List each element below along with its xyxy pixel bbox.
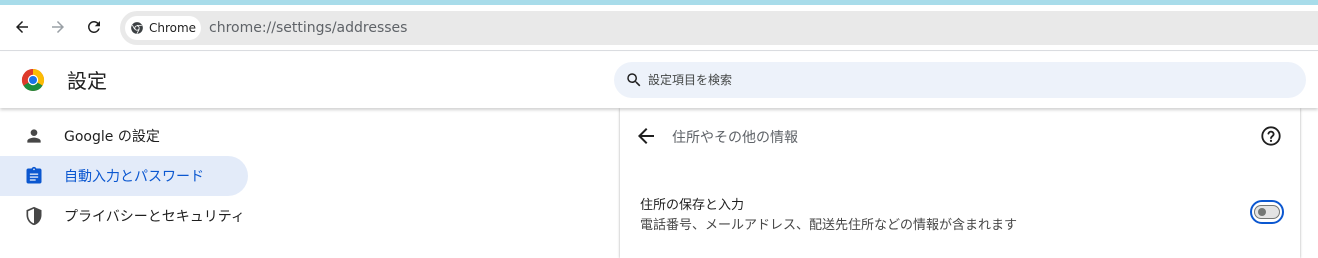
reload-button[interactable] [80, 13, 108, 41]
save-addresses-toggle[interactable] [1250, 200, 1284, 224]
back-arrow-icon[interactable] [634, 124, 658, 148]
chrome-icon [131, 22, 143, 34]
setting-title: 住所の保存と入力 [640, 198, 745, 213]
chrome-logo-icon [21, 69, 45, 92]
toggle-track [1254, 205, 1280, 219]
clipboard-icon [26, 166, 42, 184]
browser-toolbar: Chrome chrome://settings/addresses [0, 5, 1318, 51]
toggle-knob [1258, 208, 1266, 216]
site-info-chip[interactable]: Chrome [125, 16, 201, 40]
sidebar-item-label: プライバシーとセキュリティ [64, 209, 245, 225]
setting-description: 電話番号、メールアドレス、配送先住所などの情報が含まれます [640, 218, 1018, 233]
settings-search[interactable] [614, 62, 1306, 98]
sidebar-item-autofill[interactable]: 自動入力とパスワード [0, 156, 248, 196]
sidebar-item-google-settings[interactable]: Google の設定 [0, 116, 248, 156]
forward-nav-button[interactable] [44, 13, 72, 41]
addresses-settings-card: 住所やその他の情報 住所の保存と入力 電話番号、メールアドレス、配送先住所などの… [620, 108, 1300, 258]
url-text[interactable]: chrome://settings/addresses [209, 11, 407, 45]
arrow-left-icon [16, 21, 28, 33]
arrow-right-icon [52, 21, 64, 33]
person-icon [27, 129, 41, 143]
search-input[interactable] [648, 62, 1288, 98]
sidebar-item-label: Google の設定 [64, 129, 160, 145]
sidebar-item-privacy[interactable]: プライバシーとセキュリティ [0, 196, 248, 236]
page-title: 設定 [67, 69, 107, 93]
sidebar-item-label: 自動入力とパスワード [64, 169, 204, 185]
sidebar-nav: Google の設定 自動入力とパスワード プライバシーとセキュリティ [0, 108, 260, 246]
back-nav-button[interactable] [8, 13, 36, 41]
search-icon [627, 73, 641, 87]
shield-icon [26, 206, 42, 226]
reload-icon [87, 20, 100, 33]
subpage-title: 住所やその他の情報 [672, 130, 798, 146]
address-bar[interactable]: Chrome chrome://settings/addresses [120, 11, 1318, 45]
settings-header: 設定 [0, 52, 1318, 108]
help-icon[interactable] [1260, 125, 1282, 147]
site-chip-label: Chrome [149, 21, 197, 35]
